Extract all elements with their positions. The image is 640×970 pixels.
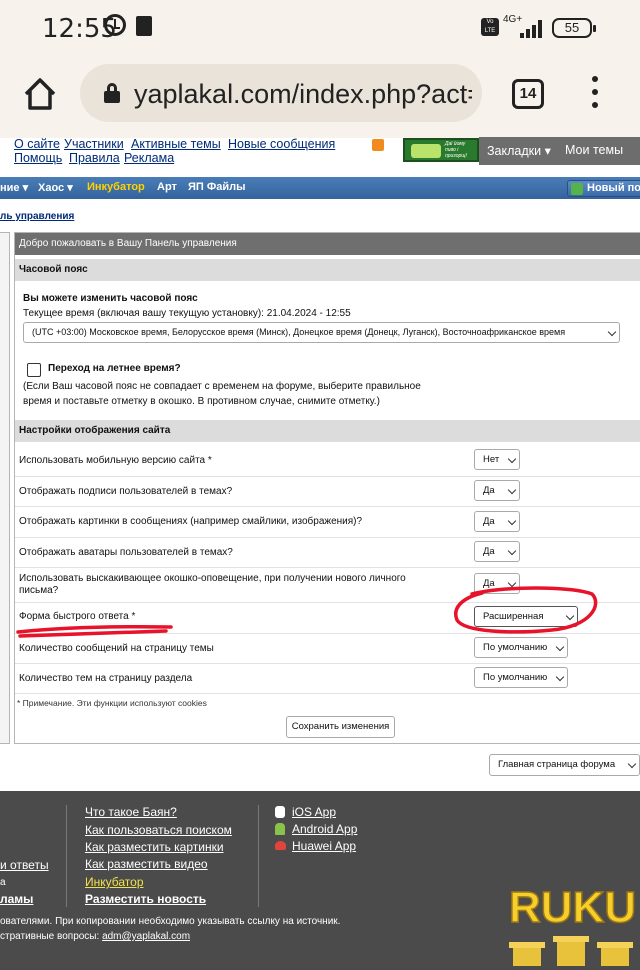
url-text[interactable]: yaplakal.com/index.php?act= bbox=[134, 79, 472, 110]
my-topics-link[interactable]: Мои темы bbox=[565, 143, 623, 157]
setting-label-topics-per-page: Количество тем на страницу раздела bbox=[19, 673, 193, 684]
copyright-text: ователями. При копировании необходимо ук… bbox=[0, 916, 341, 927]
timezone-title: Вы можете изменить часовой пояс bbox=[23, 293, 198, 304]
plus-icon bbox=[571, 183, 583, 195]
admin-contact: стративные вопросы: adm@yaplakal.com bbox=[0, 931, 191, 942]
footer-link-huawei[interactable]: Huawei App bbox=[292, 839, 356, 853]
nav-item-chaos[interactable]: Хаос ▾ bbox=[38, 181, 73, 194]
trash-icon bbox=[136, 16, 152, 36]
nav-item-incubator[interactable]: Инкубатор bbox=[87, 181, 145, 193]
link-rules[interactable]: Правила bbox=[69, 151, 120, 165]
link-members[interactable]: Участники bbox=[64, 137, 124, 151]
left-column bbox=[0, 232, 10, 744]
link-active-topics[interactable]: Активные темы bbox=[131, 137, 221, 151]
dst-checkbox[interactable] bbox=[27, 363, 41, 377]
setting-label-popup-2: письма? bbox=[19, 585, 59, 596]
android-icon bbox=[275, 823, 285, 835]
link-new-messages[interactable]: Новые сообщения bbox=[228, 137, 335, 151]
ad-banner[interactable]: Даї йому пиво і пригорщ! bbox=[403, 138, 479, 162]
breadcrumb[interactable]: ль управления bbox=[0, 211, 74, 222]
cookies-note: * Примечание. Эти функции используют coo… bbox=[17, 698, 207, 708]
footer-link-android[interactable]: Android App bbox=[292, 822, 357, 836]
footer-link-incubator[interactable]: Инкубатор bbox=[85, 875, 144, 889]
link-ads[interactable]: Реклама bbox=[124, 151, 174, 165]
link-about[interactable]: О сайте bbox=[14, 137, 60, 151]
timezone-section-header: Часовой пояс bbox=[15, 259, 640, 281]
setting-label-posts-per-page: Количество сообщений на страницу темы bbox=[19, 643, 214, 654]
setting-label-popup: Использовать выскакивающее окошко-оповещ… bbox=[19, 573, 406, 584]
dst-help-line2: время и поставьте отметку в окошко. В пр… bbox=[23, 396, 380, 407]
footer-col1-text: а bbox=[0, 877, 6, 888]
footer-link-images-help[interactable]: Как разместить картинки bbox=[85, 840, 224, 854]
timezone-select[interactable]: (UTC +03:00) Московское время, Белорусск… bbox=[23, 322, 620, 343]
rss-icon[interactable] bbox=[372, 139, 384, 151]
footer-link-faq[interactable]: и ответы bbox=[0, 858, 49, 872]
timezone-current: Текущее время (включая вашу текущую уста… bbox=[23, 308, 351, 319]
link-help[interactable]: Помощь bbox=[14, 151, 62, 165]
display-section-header: Настройки отображения сайта bbox=[15, 420, 640, 442]
setting-label-avatars: Отображать аватары пользователей в темах… bbox=[19, 547, 233, 558]
setting-select-topics-per-page[interactable]: По умолчанию bbox=[474, 667, 568, 688]
nav-item-0[interactable]: ние ▾ bbox=[0, 181, 28, 194]
battery-icon: 55 bbox=[552, 18, 596, 38]
setting-label-mobile: Использовать мобильную версию сайта * bbox=[19, 455, 212, 466]
apple-icon bbox=[275, 806, 285, 818]
annotation-underline bbox=[16, 624, 173, 638]
save-button[interactable]: Сохранить изменения bbox=[286, 716, 395, 738]
footer-link-ads[interactable]: ламы bbox=[0, 892, 33, 906]
lock-icon bbox=[104, 83, 120, 103]
panel-title: Добро пожаловать в Вашу Панель управлени… bbox=[15, 233, 640, 255]
setting-label-images: Отображать картинки в сообщениях (наприм… bbox=[19, 516, 363, 527]
dst-label: Переход на летнее время? bbox=[48, 363, 181, 374]
footer-link-video-help[interactable]: Как разместить видео bbox=[85, 857, 208, 871]
footer-link-ios[interactable]: iOS App bbox=[292, 805, 336, 819]
footer-link-search-help[interactable]: Как пользоваться поиском bbox=[85, 823, 232, 837]
signal-icon bbox=[520, 18, 546, 38]
overflow-menu-icon[interactable] bbox=[590, 76, 600, 110]
setting-select-signatures[interactable]: Да bbox=[474, 480, 520, 501]
alarm-icon bbox=[104, 14, 126, 36]
svg-text:RUKU: RUKU bbox=[509, 883, 636, 932]
footer-link-bayan[interactable]: Что такое Баян? bbox=[85, 805, 177, 819]
tab-switcher-button[interactable]: 14 bbox=[512, 79, 544, 109]
setting-select-mobile[interactable]: Нет bbox=[474, 449, 520, 470]
dst-help-line1: (Если Ваш часовой пояс не совпадает с вр… bbox=[23, 381, 421, 392]
annotation-circle bbox=[454, 586, 598, 634]
setting-select-avatars[interactable]: Да bbox=[474, 541, 520, 562]
setting-label-signatures: Отображать подписи пользователей в темах… bbox=[19, 486, 233, 497]
bookmarks-menu[interactable]: Закладки ▾ bbox=[487, 143, 551, 158]
home-icon[interactable] bbox=[20, 74, 60, 114]
site-logo: RUKU bbox=[508, 882, 637, 966]
setting-label-quick-reply: Форма быстрого ответа * bbox=[19, 611, 136, 622]
forum-jump-select[interactable]: Главная страница форума bbox=[489, 754, 640, 776]
footer-link-post-news[interactable]: Разместить новость bbox=[85, 892, 206, 906]
volte-icon: Vo LTE bbox=[481, 18, 499, 36]
huawei-icon bbox=[275, 841, 286, 850]
nav-item-art[interactable]: Арт bbox=[157, 181, 177, 193]
admin-email-link[interactable]: adm@yaplakal.com bbox=[102, 931, 190, 942]
new-post-button[interactable]: Новый по bbox=[567, 180, 640, 197]
setting-select-images[interactable]: Да bbox=[474, 511, 520, 532]
nav-item-files[interactable]: ЯП Файлы bbox=[188, 181, 246, 193]
setting-select-posts-per-page[interactable]: По умолчанию bbox=[474, 637, 568, 658]
